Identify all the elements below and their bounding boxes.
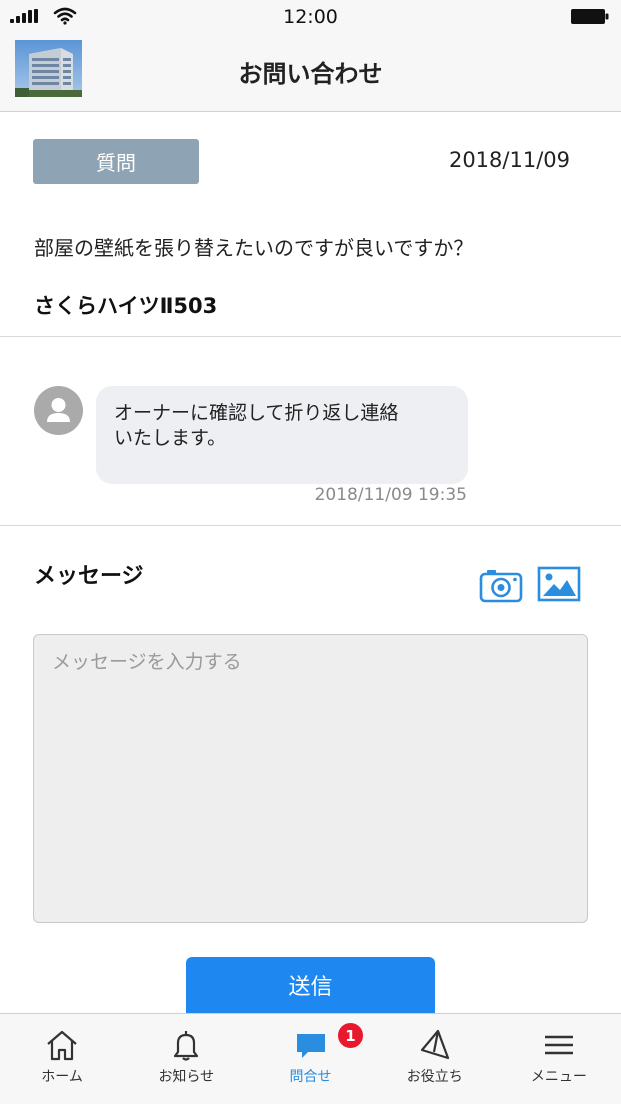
message-input[interactable]	[33, 634, 588, 923]
message-line: オーナーに確認して折り返し連絡	[114, 402, 399, 424]
inquiry-date: 2018/11/09	[448, 148, 570, 172]
inquiry-body: 部屋の壁紙を張り替えたいのですが良いですか？	[34, 236, 474, 260]
compose-title: メッセージ	[34, 564, 144, 589]
status-bar: 12:00	[0, 0, 621, 34]
user-silhouette-icon	[47, 398, 70, 422]
battery-icon	[571, 9, 609, 24]
paper-plane-icon	[420, 1029, 449, 1060]
tab-menu[interactable]: メニュー	[497, 1014, 621, 1104]
message-line: いたします。	[114, 427, 227, 449]
home-icon	[47, 1030, 77, 1061]
property-name: さくらハイツⅡ503	[34, 294, 218, 318]
tab-label: 問合せ	[289, 1069, 332, 1085]
notification-badge: 1	[336, 1021, 365, 1050]
tab-label: メニュー	[530, 1069, 587, 1085]
chat-bubble-icon	[296, 1034, 325, 1058]
chat-thread: オーナーに確認して折り返し連絡 いたします。 2018/11/09 19:35	[0, 337, 621, 526]
tab-label: ホーム	[41, 1069, 83, 1085]
bell-icon	[174, 1031, 199, 1061]
camera-icon[interactable]	[479, 567, 523, 603]
app-header: お問い合わせ	[0, 34, 621, 112]
tab-label: お役立ち	[406, 1069, 463, 1085]
tab-notices[interactable]: お知らせ	[124, 1014, 248, 1104]
tab-label: お知らせ	[158, 1069, 215, 1085]
tab-bar: ホーム お知らせ 問合せ お役立ち メニュー	[0, 1013, 621, 1104]
avatar	[34, 386, 83, 435]
image-icon[interactable]	[537, 566, 581, 602]
message-bubble: オーナーに確認して折り返し連絡 いたします。	[96, 386, 468, 484]
hamburger-menu-icon	[544, 1035, 573, 1055]
message-timestamp: 2018/11/09 19:35	[314, 485, 467, 505]
category-badge: 質問	[33, 139, 199, 184]
inquiry-summary: 質問 2018/11/09 部屋の壁紙を張り替えたいのですが良いですか？ さくら…	[0, 112, 621, 337]
tab-home[interactable]: ホーム	[0, 1014, 124, 1104]
page-title: お問い合わせ	[238, 60, 383, 88]
status-time: 12:00	[283, 6, 338, 28]
tab-useful[interactable]: お役立ち	[373, 1014, 497, 1104]
